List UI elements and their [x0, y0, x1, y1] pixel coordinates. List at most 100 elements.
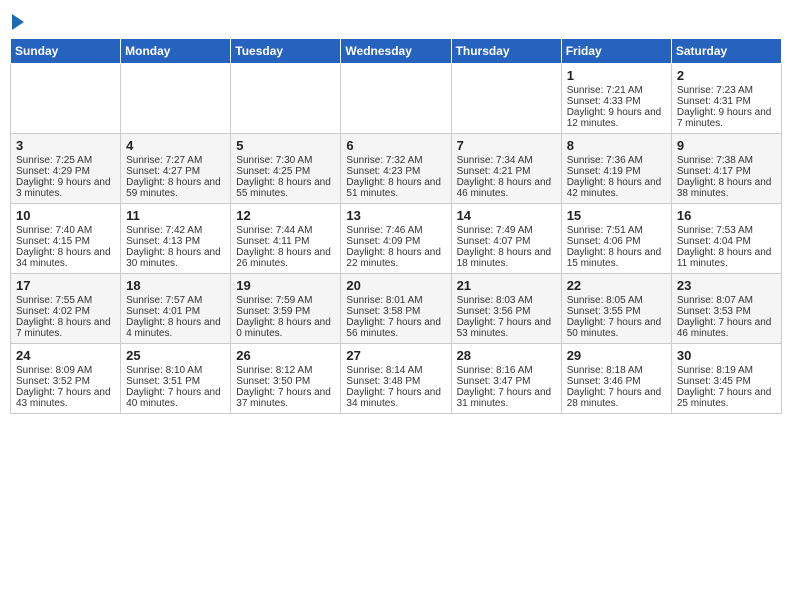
calendar-header-row: SundayMondayTuesdayWednesdayThursdayFrid…	[11, 39, 782, 64]
day-info: Sunset: 4:06 PM	[567, 236, 666, 247]
day-info: Daylight: 8 hours and 26 minutes.	[236, 247, 335, 269]
day-number: 20	[346, 278, 445, 293]
day-info: Sunset: 4:27 PM	[126, 166, 225, 177]
day-info: Sunrise: 7:40 AM	[16, 225, 115, 236]
day-number: 30	[677, 348, 776, 363]
day-info: Sunrise: 8:14 AM	[346, 365, 445, 376]
day-info: Sunrise: 8:09 AM	[16, 365, 115, 376]
calendar-cell	[121, 64, 231, 134]
calendar-cell: 13Sunrise: 7:46 AMSunset: 4:09 PMDayligh…	[341, 204, 451, 274]
calendar-cell: 12Sunrise: 7:44 AMSunset: 4:11 PMDayligh…	[231, 204, 341, 274]
day-number: 6	[346, 138, 445, 153]
day-info: Sunset: 4:07 PM	[457, 236, 556, 247]
day-number: 18	[126, 278, 225, 293]
day-info: Daylight: 7 hours and 25 minutes.	[677, 387, 776, 409]
header	[10, 10, 782, 30]
calendar-cell: 9Sunrise: 7:38 AMSunset: 4:17 PMDaylight…	[671, 134, 781, 204]
calendar-cell: 19Sunrise: 7:59 AMSunset: 3:59 PMDayligh…	[231, 274, 341, 344]
day-number: 14	[457, 208, 556, 223]
day-number: 1	[567, 68, 666, 83]
day-info: Sunrise: 7:53 AM	[677, 225, 776, 236]
day-info: Sunset: 4:13 PM	[126, 236, 225, 247]
day-info: Sunrise: 7:27 AM	[126, 155, 225, 166]
calendar-cell: 15Sunrise: 7:51 AMSunset: 4:06 PMDayligh…	[561, 204, 671, 274]
day-number: 5	[236, 138, 335, 153]
day-info: Daylight: 8 hours and 7 minutes.	[16, 317, 115, 339]
day-info: Sunset: 3:59 PM	[236, 306, 335, 317]
day-info: Daylight: 8 hours and 55 minutes.	[236, 177, 335, 199]
day-info: Daylight: 7 hours and 34 minutes.	[346, 387, 445, 409]
logo-arrow-icon	[12, 14, 24, 30]
calendar-cell: 3Sunrise: 7:25 AMSunset: 4:29 PMDaylight…	[11, 134, 121, 204]
day-info: Sunrise: 8:05 AM	[567, 295, 666, 306]
calendar-table: SundayMondayTuesdayWednesdayThursdayFrid…	[10, 38, 782, 414]
calendar-week-1: 3Sunrise: 7:25 AMSunset: 4:29 PMDaylight…	[11, 134, 782, 204]
day-info: Sunrise: 8:03 AM	[457, 295, 556, 306]
day-info: Sunrise: 7:30 AM	[236, 155, 335, 166]
day-info: Sunset: 3:51 PM	[126, 376, 225, 387]
calendar-cell	[231, 64, 341, 134]
day-number: 12	[236, 208, 335, 223]
day-info: Sunset: 3:48 PM	[346, 376, 445, 387]
day-info: Sunrise: 7:57 AM	[126, 295, 225, 306]
day-info: Sunrise: 7:25 AM	[16, 155, 115, 166]
day-info: Sunset: 3:47 PM	[457, 376, 556, 387]
day-info: Sunrise: 8:01 AM	[346, 295, 445, 306]
day-header-monday: Monday	[121, 39, 231, 64]
day-number: 24	[16, 348, 115, 363]
day-info: Daylight: 8 hours and 38 minutes.	[677, 177, 776, 199]
day-info: Daylight: 8 hours and 59 minutes.	[126, 177, 225, 199]
day-number: 16	[677, 208, 776, 223]
calendar-cell	[11, 64, 121, 134]
day-info: Sunset: 3:52 PM	[16, 376, 115, 387]
day-info: Daylight: 9 hours and 3 minutes.	[16, 177, 115, 199]
day-info: Sunrise: 7:49 AM	[457, 225, 556, 236]
calendar-cell: 10Sunrise: 7:40 AMSunset: 4:15 PMDayligh…	[11, 204, 121, 274]
day-number: 2	[677, 68, 776, 83]
day-info: Sunset: 4:31 PM	[677, 96, 776, 107]
calendar-cell: 4 Sunrise: 7:27 AMSunset: 4:27 PMDaylight…	[121, 134, 231, 204]
day-info: Sunrise: 7:46 AM	[346, 225, 445, 236]
day-header-thursday: Thursday	[451, 39, 561, 64]
day-number: 3	[16, 138, 115, 153]
calendar-cell	[451, 64, 561, 134]
day-info: Sunset: 4:01 PM	[126, 306, 225, 317]
day-number: 7	[457, 138, 556, 153]
day-info: Sunrise: 7:36 AM	[567, 155, 666, 166]
day-number: 27	[346, 348, 445, 363]
calendar-cell: 23Sunrise: 8:07 AMSunset: 3:53 PMDayligh…	[671, 274, 781, 344]
day-info: Sunset: 4:09 PM	[346, 236, 445, 247]
day-number: 4	[126, 138, 225, 153]
day-info: Sunset: 4:02 PM	[16, 306, 115, 317]
calendar-cell: 24 Sunrise: 8:09 AMSunset: 3:52 PMDayligh…	[11, 344, 121, 414]
calendar-cell: 8Sunrise: 7:36 AMSunset: 4:19 PMDaylight…	[561, 134, 671, 204]
day-header-tuesday: Tuesday	[231, 39, 341, 64]
day-header-saturday: Saturday	[671, 39, 781, 64]
day-info: Sunrise: 8:19 AM	[677, 365, 776, 376]
day-info: Daylight: 8 hours and 22 minutes.	[346, 247, 445, 269]
calendar-week-4: 24Sunrise: 8:09 AMSunset: 3:52 PMDayligh…	[11, 344, 782, 414]
day-info: Daylight: 9 hours and 12 minutes.	[567, 107, 666, 129]
day-info: Daylight: 8 hours and 11 minutes.	[677, 247, 776, 269]
day-info: Sunset: 3:50 PM	[236, 376, 335, 387]
day-info: Sunrise: 7:59 AM	[236, 295, 335, 306]
day-info: Sunset: 4:21 PM	[457, 166, 556, 177]
day-info: Sunrise: 7:55 AM	[16, 295, 115, 306]
day-info: Daylight: 7 hours and 37 minutes.	[236, 387, 335, 409]
calendar-cell: 18Sunrise: 7:57 AMSunset: 4:01 PMDayligh…	[121, 274, 231, 344]
day-info: Daylight: 7 hours and 40 minutes.	[126, 387, 225, 409]
calendar-week-3: 17Sunrise: 7:55 AMSunset: 4:02 PMDayligh…	[11, 274, 782, 344]
day-number: 22	[567, 278, 666, 293]
day-info: Daylight: 7 hours and 43 minutes.	[16, 387, 115, 409]
day-info: Sunrise: 8:12 AM	[236, 365, 335, 376]
calendar-cell: 11Sunrise: 7:42 AMSunset: 4:13 PMDayligh…	[121, 204, 231, 274]
day-info: Daylight: 7 hours and 50 minutes.	[567, 317, 666, 339]
day-info: Sunrise: 7:34 AM	[457, 155, 556, 166]
day-info: Daylight: 8 hours and 51 minutes.	[346, 177, 445, 199]
day-info: Daylight: 9 hours and 7 minutes.	[677, 107, 776, 129]
day-info: Sunset: 3:58 PM	[346, 306, 445, 317]
day-number: 8	[567, 138, 666, 153]
day-header-friday: Friday	[561, 39, 671, 64]
day-info: Sunrise: 7:42 AM	[126, 225, 225, 236]
calendar-cell: 6Sunrise: 7:32 AMSunset: 4:23 PMDaylight…	[341, 134, 451, 204]
